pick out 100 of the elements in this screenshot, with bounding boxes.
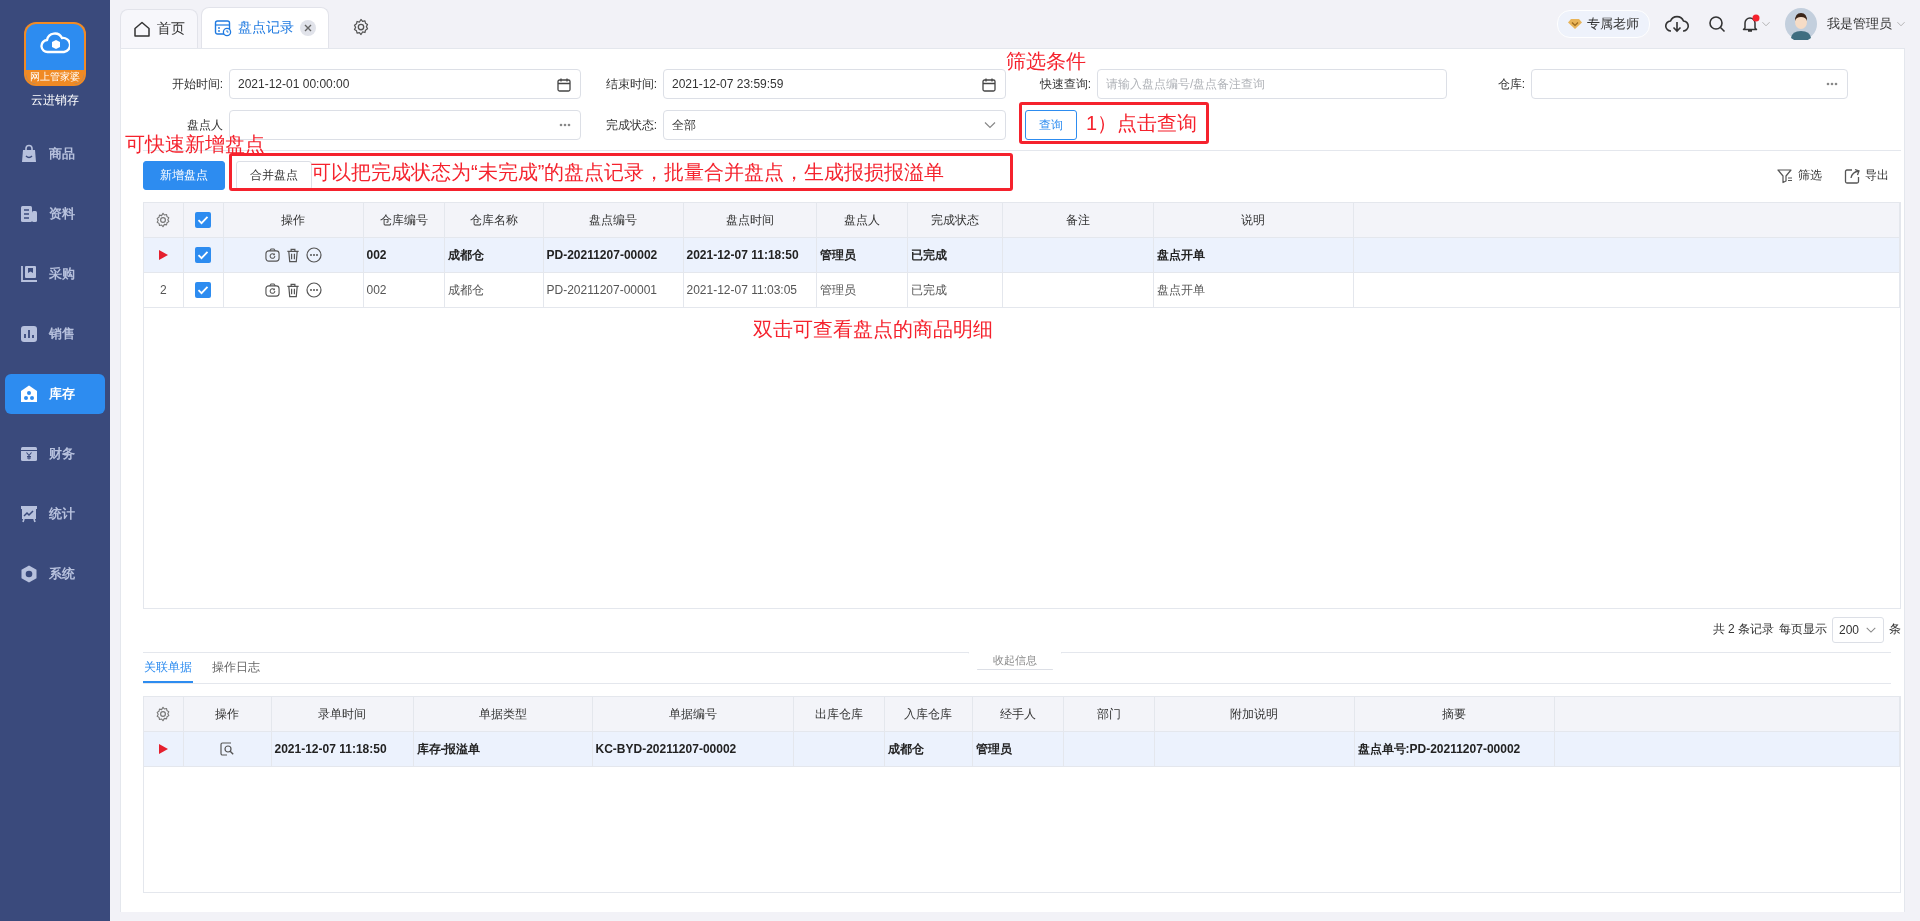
cloud-box-icon [40,30,70,56]
annotation-text: 筛选条件 [1006,49,1086,73]
camera-refresh-icon[interactable] [264,282,280,298]
sidebar-item[interactable]: 统计 [5,494,105,534]
table-cell: 成都仓 [444,272,543,308]
add-button[interactable]: 新增盘点 [143,161,225,190]
teacher-badge[interactable]: 专属老师 [1557,10,1650,38]
cloud-download-icon[interactable] [1664,14,1690,34]
row-number: 2 [159,283,167,297]
settings-icon[interactable] [155,706,172,722]
sidebar-item[interactable]: 商品 [5,134,105,174]
table-cell: 已完成 [907,272,1002,308]
sidebar-item[interactable]: 资料 [5,194,105,234]
table-cell: 盘点开单 [1153,272,1353,308]
more-icon[interactable] [305,282,322,298]
table-cell: 成都仓 [444,237,543,273]
diamond-icon [1568,18,1582,30]
annotation-text: 可以把完成状态为“未完成”的盘点记录，批量合并盘点，生成报损报溢单 [311,159,945,185]
column-header: 入库仓库 [884,697,972,732]
bag-icon [19,144,39,164]
annotation-text: 双击可查看盘点的商品明细 [753,317,993,341]
table-cell: PD-20211207-00002 [543,237,683,273]
merge-button[interactable]: 合并盘点 [236,161,312,190]
table-row[interactable]: 2 002 成都仓 PD-20211207-00001 2021-12-07 11:03:05 管理员 已完成 盘点开单 [144,272,1900,308]
field-label: 开始时间: [170,75,224,93]
current-row-arrow-icon [158,744,168,754]
select-field[interactable]: 全部 [663,110,1006,140]
sidebar-item[interactable]: 采购 [5,254,105,294]
export-button[interactable]: 导出 [1844,167,1889,184]
camera-refresh-icon[interactable] [264,247,280,263]
tab[interactable]: 操作日志 [211,654,261,683]
table-row[interactable]: 2021-12-07 11:18:50 库存-报溢单 KC-BYD-20211207-00002 成都仓 管理员 盘点单号:PD-20211207-00002 [144,731,1900,767]
close-icon[interactable] [300,20,316,36]
query-button[interactable]: 查询 [1025,110,1077,140]
column-header: 仓库名称 [444,203,543,238]
tab[interactable]: 首页 [120,9,198,48]
table-cell: 成都仓 [884,731,972,767]
column-header: 盘点编号 [543,203,683,238]
column-header: 说明 [1153,203,1353,238]
sidebar-item[interactable]: 销售 [5,314,105,354]
field-label: 快速查询: [1038,75,1092,93]
table-cell: 2021-12-07 11:03:05 [683,272,816,308]
column-header: 出库仓库 [793,697,884,732]
checkbox[interactable] [195,282,211,298]
table-row[interactable]: 002 成都仓 PD-20211207-00002 2021-12-07 11:18:50 管理员 已完成 盘点开单 [144,237,1900,273]
bell-icon[interactable] [1740,14,1760,34]
book-icon [19,264,39,284]
table-cell: 库存-报溢单 [413,731,592,767]
more-icon[interactable] [305,247,322,263]
trash-icon[interactable] [285,247,300,263]
checkbox[interactable] [195,247,211,263]
tab[interactable]: 关联单据 [143,654,193,683]
settings-icon[interactable] [352,18,370,36]
date-field[interactable]: 2021-12-01 00:00:00 [229,69,581,99]
view-document-icon[interactable] [219,741,235,757]
home-icon [133,20,151,38]
column-header: 操作 [183,697,271,732]
avatar-icon[interactable] [1785,8,1817,40]
table-cell: 已完成 [907,237,1002,273]
field-label: 完成状态: [604,116,658,134]
page-size-select[interactable]: 200 [1831,616,1884,643]
column-header: 录单时间 [271,697,413,732]
page-size-unit: 条 [1889,621,1901,638]
house-icon [19,384,39,404]
table-cell: KC-BYD-20211207-00002 [592,731,793,767]
search-field[interactable]: 请输入盘点编号/盘点备注查询 [1097,69,1447,99]
table-cell: 2021-12-07 11:18:50 [271,731,413,767]
bar-chart-icon [19,324,39,344]
column-header: 部门 [1063,697,1154,732]
filter-button[interactable]: 筛选 [1777,167,1822,184]
trash-icon[interactable] [285,282,300,298]
table-cell: 002 [363,272,444,308]
calendar-clock-icon [214,19,232,37]
settings-icon[interactable] [155,212,172,228]
annotation-text: 可快速新增盘点 [125,132,265,156]
record-count: 共 2 条记录 [1712,621,1774,638]
user-name[interactable]: 我是管理员 [1827,15,1892,33]
date-field[interactable]: 2021-12-07 23:59:59 [663,69,1006,99]
column-header: 完成状态 [907,203,1002,238]
sidebar-item[interactable]: 系统 [5,554,105,594]
table-cell: 002 [363,237,444,273]
sidebar-item[interactable]: 财务 [5,434,105,474]
tab[interactable]: 盘点记录 [201,7,329,48]
table-cell: PD-20211207-00001 [543,272,683,308]
checkbox[interactable] [195,212,211,228]
table-cell: 管理员 [972,731,1063,767]
sidebar-item[interactable]: 库存 [5,374,105,414]
table-cell: 盘点单号:PD-20211207-00002 [1354,731,1554,767]
collapse-tab[interactable]: 收起信息 [968,652,1062,670]
table-cell: 盘点开单 [1153,237,1353,273]
logo-text: 网上管家婆 [26,70,84,84]
page-size-label: 每页显示 [1778,621,1827,638]
column-header: 附加说明 [1154,697,1354,732]
table-cell: 管理员 [816,237,907,273]
search-icon[interactable] [1708,15,1726,33]
calendar-icon [981,77,997,93]
current-row-arrow-icon [158,250,168,260]
column-header: 备注 [1002,203,1153,238]
column-header: 盘点时间 [683,203,816,238]
lookup-field[interactable] [1531,69,1848,99]
